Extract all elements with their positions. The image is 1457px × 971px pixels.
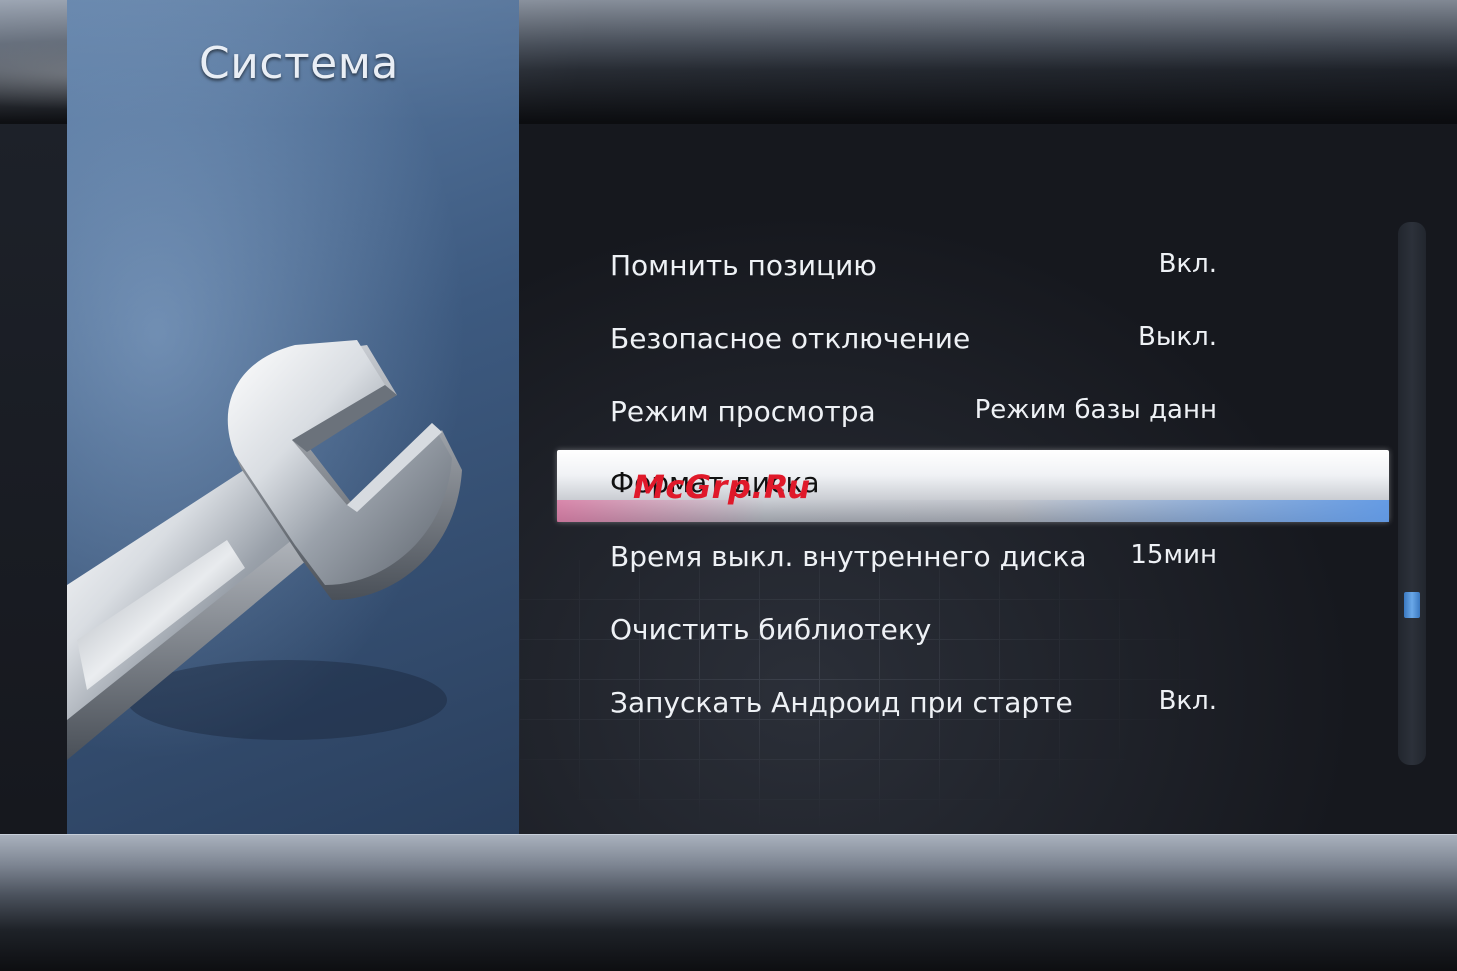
- settings-illustration: [67, 0, 519, 834]
- menu-item-label: Время выкл. внутреннего диска: [610, 540, 1087, 573]
- menu-item-launch-android[interactable]: Запускать Андроид при старте Вкл.: [557, 670, 1389, 742]
- menu-item-label: Безопасное отключение: [610, 322, 971, 355]
- wrench-icon: [67, 340, 462, 760]
- menu-item-label: Помнить позицию: [610, 249, 877, 282]
- menu-item-remember-position[interactable]: Помнить позицию Вкл.: [557, 233, 1389, 305]
- page-title: Система: [199, 38, 399, 89]
- left-gutter: [0, 124, 67, 834]
- watermark: McGrp.Ru: [633, 468, 811, 506]
- menu-item-value: Вкл.: [1158, 686, 1217, 716]
- menu-item-value: Выкл.: [1138, 322, 1217, 352]
- menu-item-label: Режим просмотра: [610, 395, 876, 428]
- menu-item-value: 15мин: [1130, 540, 1217, 570]
- menu-item-safe-shutdown[interactable]: Безопасное отключение Выкл.: [557, 306, 1389, 378]
- scrollbar-track[interactable]: [1398, 222, 1426, 765]
- bottom-bar: [0, 834, 1457, 971]
- menu-item-value: Вкл.: [1158, 249, 1217, 279]
- menu-item-internal-disk-timeout[interactable]: Время выкл. внутреннего диска 15мин: [557, 524, 1389, 596]
- menu-item-label: Очистить библиотеку: [610, 613, 932, 646]
- scrollbar-thumb[interactable]: [1404, 592, 1420, 618]
- menu-item-clear-library[interactable]: Очистить библиотеку: [557, 597, 1389, 669]
- menu-item-value: Режим базы данн: [974, 395, 1217, 425]
- menu-item-label: Запускать Андроид при старте: [610, 686, 1073, 719]
- menu-item-view-mode[interactable]: Режим просмотра Режим базы данн: [557, 379, 1389, 451]
